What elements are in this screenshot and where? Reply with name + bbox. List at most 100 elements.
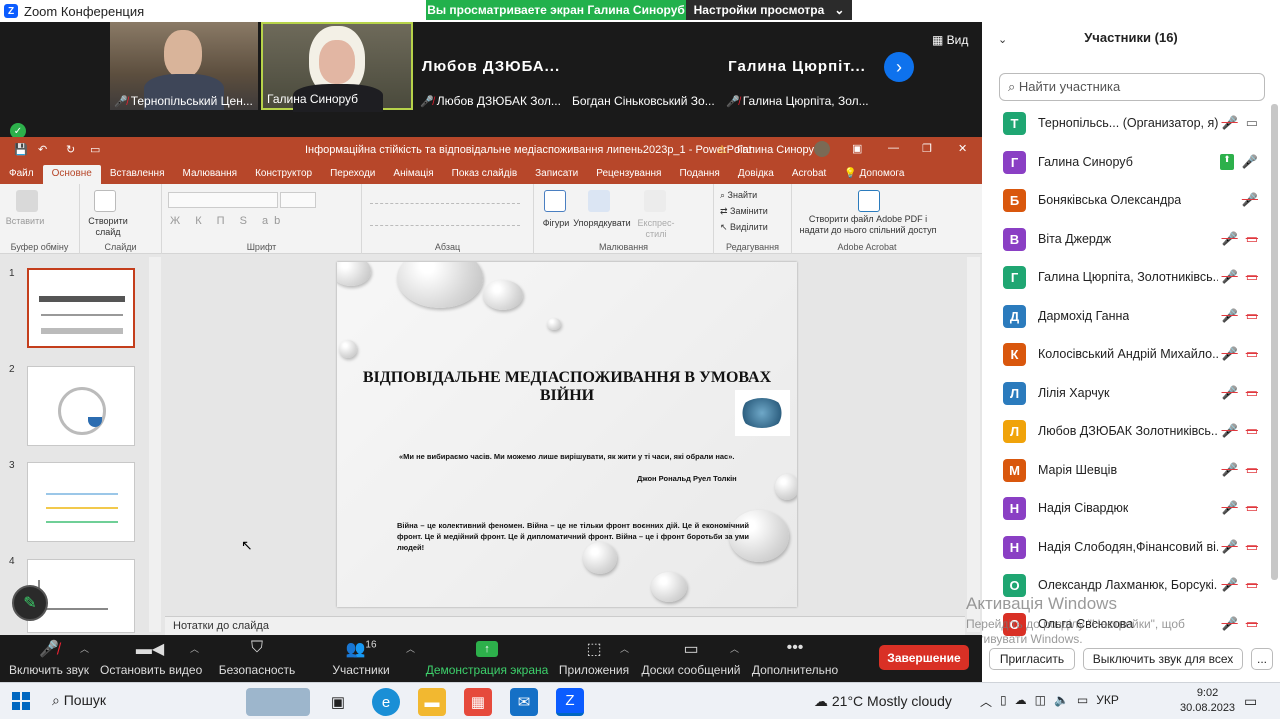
- mute-all-button[interactable]: Выключить звук для всех: [1083, 648, 1243, 670]
- mic-off-icon[interactable]: 🎤: [1222, 346, 1238, 362]
- ppt-close-button[interactable]: ✕: [958, 142, 967, 155]
- camera-off-icon[interactable]: ▭: [1246, 500, 1258, 516]
- video-tile[interactable]: Богдан Сіньковський Зо...: [568, 22, 718, 110]
- weather-widget[interactable]: ☁ 21°C Mostly cloudy: [814, 693, 952, 710]
- quick-styles-label[interactable]: Експрес-стилі: [634, 218, 678, 240]
- tab-home[interactable]: Основне: [42, 165, 101, 184]
- stop-video-button[interactable]: ▬◀ Остановить видео: [100, 635, 202, 682]
- ribbon-options-icon[interactable]: ▣: [852, 142, 862, 155]
- arrange-label[interactable]: Упорядкувати: [572, 218, 632, 229]
- tray-volume-icon[interactable]: 🔈: [1054, 693, 1069, 710]
- mic-off-icon[interactable]: 🎤: [1222, 269, 1238, 285]
- video-tile[interactable]: Галина Цюрпіт... 🎤̸ Галина Цюрпіта, Зол..…: [722, 22, 872, 110]
- zoom-app-icon[interactable]: Z: [556, 688, 584, 716]
- tab-draw[interactable]: Малювання: [174, 165, 247, 184]
- participant-row[interactable]: К Колосівський Андрій Михайло... 🎤 ▭: [982, 335, 1272, 373]
- camera-off-icon[interactable]: ▭: [1246, 577, 1258, 593]
- acrobat-create-pdf-button[interactable]: Створити файл Adobe PDF і надати до ньог…: [796, 214, 940, 236]
- tray-network-icon[interactable]: ◫: [1035, 693, 1046, 710]
- file-explorer-icon[interactable]: ▬: [418, 688, 446, 716]
- mic-off-icon[interactable]: 🎤: [1222, 577, 1238, 593]
- tab-help[interactable]: Довідка: [729, 165, 783, 184]
- slide-scrollbar[interactable]: [967, 257, 980, 632]
- replace-button[interactable]: ⇄ Замінити: [720, 206, 768, 217]
- microsoft-store-icon[interactable]: ▦: [464, 688, 492, 716]
- save-icon[interactable]: 💾: [14, 143, 28, 156]
- alignment-controls[interactable]: [370, 216, 520, 226]
- tab-slideshow[interactable]: Показ слайдів: [443, 165, 527, 184]
- whiteboards-button[interactable]: ▭ Доски сообщений: [640, 635, 742, 682]
- avatar[interactable]: [814, 141, 830, 157]
- whiteboards-options-chevron-icon[interactable]: ︿: [730, 642, 739, 655]
- shapes-icon[interactable]: [544, 190, 566, 212]
- mic-on-icon[interactable]: 🎤: [1242, 154, 1258, 170]
- participant-row[interactable]: Л Любов ДЗЮБАК Золотниківсь... 🎤 ▭: [982, 412, 1272, 450]
- participant-row[interactable]: Г Галина Цюрпіта, Золотниківсь... 🎤 ▭: [982, 258, 1272, 296]
- paste-icon[interactable]: [16, 190, 38, 212]
- slideshow-icon[interactable]: ▭: [90, 143, 100, 156]
- tray-chevron-up-icon[interactable]: ︿: [980, 693, 992, 710]
- share-screen-button[interactable]: ↑ Демонстрация экрана: [424, 635, 550, 682]
- search-highlight-image[interactable]: [246, 688, 310, 716]
- edge-browser-icon[interactable]: e: [372, 688, 400, 716]
- more-button[interactable]: ••• Дополнительно: [750, 635, 840, 682]
- new-slide-icon[interactable]: [94, 190, 116, 212]
- tab-acrobat[interactable]: Acrobat: [783, 165, 835, 184]
- undo-icon[interactable]: ↶: [38, 143, 47, 156]
- camera-off-icon[interactable]: ▭: [1246, 423, 1258, 439]
- mic-off-icon[interactable]: 🎤: [1222, 115, 1238, 131]
- pdf-share-icon[interactable]: [858, 190, 880, 212]
- task-view-icon[interactable]: ▣: [324, 688, 352, 716]
- paragraph-controls[interactable]: [370, 194, 520, 204]
- notes-pane[interactable]: Нотатки до слайда: [165, 616, 965, 635]
- tab-insert[interactable]: Вставлення: [101, 165, 174, 184]
- participant-row[interactable]: Т Тернопільсь... (Организатор, я) 🎤 ▭: [982, 104, 1272, 142]
- participant-row[interactable]: М Марія Шевців 🎤 ▭: [982, 451, 1272, 489]
- ppt-minimize-button[interactable]: —: [888, 142, 899, 154]
- camera-off-icon[interactable]: ▭: [1246, 539, 1258, 555]
- participants-button[interactable]: 👥16 Участники: [322, 635, 400, 682]
- camera-off-icon[interactable]: ▭: [1246, 462, 1258, 478]
- tab-file[interactable]: Файл: [0, 165, 43, 184]
- quick-styles-icon[interactable]: [644, 190, 666, 212]
- view-button[interactable]: ▦ Вид: [932, 33, 968, 47]
- participant-search-input[interactable]: ⌕ Найти участника: [999, 73, 1265, 101]
- video-tile[interactable]: Любов ДЗЮБА... 🎤̸ Любов ДЗЮБАК Зол...: [416, 22, 566, 110]
- thumbnail-scrollbar[interactable]: [149, 257, 161, 632]
- language-indicator[interactable]: УКР: [1096, 693, 1119, 710]
- font-size-select[interactable]: [280, 192, 316, 208]
- tab-record[interactable]: Записати: [526, 165, 587, 184]
- tab-view[interactable]: Подання: [670, 165, 728, 184]
- invite-button[interactable]: Пригласить: [989, 648, 1075, 670]
- current-slide[interactable]: ВІДПОВІДАЛЬНЕ МЕДІАСПОЖИВАННЯ В УМОВАХ В…: [337, 262, 797, 607]
- tray-phone-icon[interactable]: ▯: [1000, 693, 1007, 710]
- ppt-restore-button[interactable]: ❐: [922, 142, 932, 155]
- shapes-label[interactable]: Фігури: [536, 218, 576, 229]
- taskbar-search[interactable]: ⌕ Пошук: [52, 692, 106, 709]
- taskbar-clock[interactable]: 9:02 30.08.2023: [1180, 686, 1235, 716]
- font-name-select[interactable]: [168, 192, 278, 208]
- mic-off-icon[interactable]: 🎤: [1222, 462, 1238, 478]
- participant-row[interactable]: Б Боняківська Олександра 🎤: [982, 181, 1272, 219]
- mic-off-icon[interactable]: 🎤: [1222, 500, 1238, 516]
- security-button[interactable]: ⛉ Безопасность: [214, 635, 300, 682]
- slide-thumbnail-1[interactable]: [27, 268, 135, 348]
- tab-review[interactable]: Рецензування: [587, 165, 670, 184]
- mail-icon[interactable]: ✉: [510, 688, 538, 716]
- camera-on-icon[interactable]: ▭: [1246, 115, 1258, 131]
- tab-tell-me[interactable]: 💡 Допомога: [835, 165, 913, 184]
- notifications-icon[interactable]: ▭: [1244, 693, 1257, 710]
- video-tile[interactable]: 🎤̸ Тернопільський Цен...: [110, 22, 258, 110]
- slide-thumbnail-3[interactable]: [27, 462, 135, 542]
- camera-off-icon[interactable]: ▭: [1246, 269, 1258, 285]
- paste-label[interactable]: Вставити: [2, 216, 48, 227]
- redo-icon[interactable]: ↻: [66, 143, 75, 156]
- tab-design[interactable]: Конструктор: [246, 165, 321, 184]
- new-slide-label[interactable]: Створити слайд: [84, 216, 132, 238]
- tray-battery-icon[interactable]: ▭: [1077, 693, 1088, 710]
- participant-row[interactable]: Д Дармохід Ганна 🎤 ▭: [982, 297, 1272, 335]
- video-tile-active-speaker[interactable]: Галина Синоруб: [261, 22, 413, 112]
- mic-off-icon[interactable]: 🎤: [1222, 385, 1238, 401]
- camera-off-icon[interactable]: ▭: [1246, 385, 1258, 401]
- participant-row[interactable]: Н Надія Слободян,Фінансовий ві... 🎤 ▭: [982, 528, 1272, 566]
